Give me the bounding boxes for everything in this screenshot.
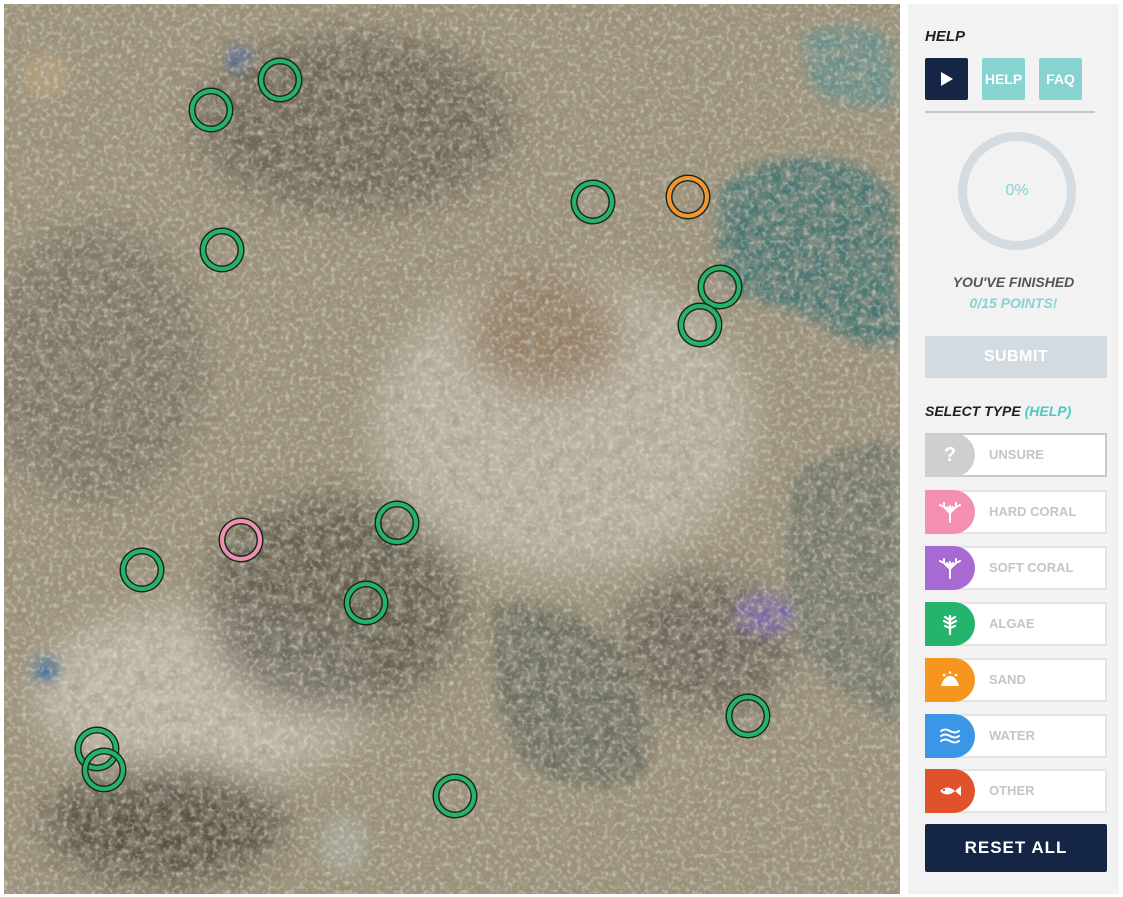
classification-point[interactable]	[434, 775, 476, 817]
type-label: HARD CORAL	[989, 504, 1077, 519]
type-icon-badge	[925, 490, 975, 534]
type-label: OTHER	[989, 783, 1035, 798]
type-option-water[interactable]: WATER	[925, 714, 1107, 758]
classification-point[interactable]	[259, 59, 301, 101]
type-label: ALGAE	[989, 616, 1035, 631]
type-option-soft-coral[interactable]: SOFT CORAL	[925, 546, 1107, 590]
type-icon-badge	[925, 602, 975, 646]
reset-all-button[interactable]: RESET ALL	[925, 824, 1107, 872]
type-option-hard-coral[interactable]: HARD CORAL	[925, 490, 1107, 534]
classification-point[interactable]	[376, 502, 418, 544]
algae-icon	[942, 614, 958, 635]
classification-point[interactable]	[679, 304, 721, 346]
type-icon-badge	[925, 658, 975, 702]
help-button[interactable]: HELP	[982, 58, 1025, 100]
type-label: UNSURE	[989, 447, 1044, 462]
play-tutorial-button[interactable]	[925, 58, 968, 100]
classification-point[interactable]	[345, 582, 387, 624]
select-type-heading: SELECT TYPE (HELP)	[925, 403, 1071, 419]
water-icon	[940, 728, 960, 744]
hard-coral-icon	[939, 502, 961, 523]
submit-button[interactable]: SUBMIT	[925, 336, 1107, 378]
classification-point[interactable]	[667, 176, 709, 218]
classification-point[interactable]	[83, 749, 125, 791]
type-label: SAND	[989, 672, 1026, 687]
points-count: 0/15 POINTS!	[969, 295, 1058, 311]
classification-point[interactable]	[121, 549, 163, 591]
faq-button[interactable]: FAQ	[1039, 58, 1082, 100]
classification-point[interactable]	[190, 89, 232, 131]
type-label: SOFT CORAL	[989, 560, 1074, 575]
reef-photo[interactable]	[4, 4, 900, 894]
type-icon-badge: ?	[925, 433, 975, 477]
classification-point[interactable]	[220, 519, 262, 561]
progress-percent: 0%	[1005, 182, 1029, 199]
classification-sidebar: HELP HELP FAQ 0% YOU'VE FINISHED 0/15 PO…	[908, 4, 1119, 894]
classification-point[interactable]	[699, 266, 741, 308]
type-icon-badge	[925, 769, 975, 813]
reef-seafloor-image	[4, 4, 900, 894]
type-option-unsure[interactable]: ? UNSURE	[925, 433, 1107, 477]
type-label: WATER	[989, 728, 1035, 743]
classification-point[interactable]	[572, 181, 614, 223]
finished-label: YOU'VE FINISHED	[952, 274, 1075, 290]
classification-point[interactable]	[727, 695, 769, 737]
type-icon-badge	[925, 714, 975, 758]
select-type-label: SELECT TYPE	[925, 403, 1021, 419]
question-icon: ?	[943, 443, 957, 466]
select-type-help-link[interactable]: (HELP)	[1025, 403, 1072, 419]
play-icon	[940, 72, 953, 86]
help-heading: HELP	[925, 28, 966, 45]
fish-icon	[940, 786, 961, 796]
divider	[925, 111, 1095, 113]
progress-ring: 0%	[958, 132, 1076, 250]
type-option-sand[interactable]: SAND	[925, 658, 1107, 702]
classification-point[interactable]	[201, 229, 243, 271]
soft-coral-icon	[939, 558, 961, 579]
type-option-other[interactable]: OTHER	[925, 769, 1107, 813]
sand-icon	[941, 671, 959, 686]
type-icon-badge	[925, 546, 975, 590]
type-option-algae[interactable]: ALGAE	[925, 602, 1107, 646]
